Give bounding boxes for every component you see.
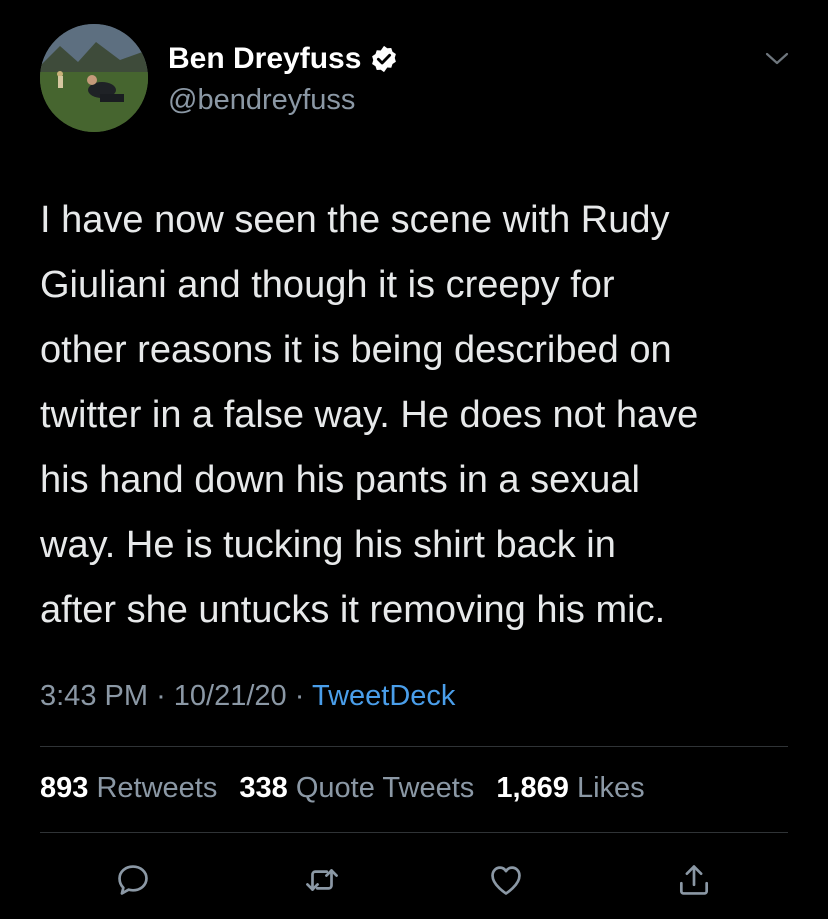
author-name[interactable]: Ben Dreyfuss xyxy=(168,42,361,76)
divider xyxy=(40,746,788,747)
name-row: Ben Dreyfuss xyxy=(168,42,399,76)
meta-separator: · xyxy=(156,680,166,712)
like-button[interactable] xyxy=(484,858,528,902)
divider xyxy=(40,832,788,833)
likes-label: Likes xyxy=(576,772,645,804)
retweets-stat[interactable]: 893 Retweets xyxy=(40,772,217,804)
reply-icon xyxy=(118,865,148,895)
avatar[interactable] xyxy=(40,24,148,132)
meta-separator: · xyxy=(294,680,305,712)
quote-tweets-stat[interactable]: 338 Quote Tweets xyxy=(239,772,474,804)
share-icon xyxy=(679,865,709,895)
share-button[interactable] xyxy=(672,858,716,902)
retweets-label: Retweets xyxy=(96,772,218,804)
chevron-down-icon[interactable] xyxy=(762,48,792,68)
quotes-count: 338 xyxy=(239,772,288,804)
quotes-label: Quote Tweets xyxy=(295,772,475,804)
likes-stat[interactable]: 1,869 Likes xyxy=(496,772,644,804)
heart-icon xyxy=(491,866,521,895)
verified-badge-icon xyxy=(372,45,397,73)
likes-count: 1,869 xyxy=(496,772,569,804)
reply-button[interactable] xyxy=(111,858,155,902)
tweet-text: I have now seen the scene with Rudy Giul… xyxy=(40,199,699,631)
tweet-source-link[interactable]: TweetDeck xyxy=(312,680,455,712)
tweet-header: Ben Dreyfuss @bendreyfuss xyxy=(40,24,800,134)
tweet-meta: 3:43 PM · 10/21/20 · TweetDeck xyxy=(40,680,455,713)
retweets-count: 893 xyxy=(40,772,89,804)
tweet-time[interactable]: 3:43 PM xyxy=(40,680,148,712)
retweet-icon xyxy=(306,869,338,891)
action-bar xyxy=(0,858,828,902)
tweet-stats: 893 Retweets 338 Quote Tweets 1,869 Like… xyxy=(40,772,659,805)
author-handle[interactable]: @bendreyfuss xyxy=(168,84,355,117)
retweet-button[interactable] xyxy=(300,858,344,902)
tweet-date[interactable]: 10/21/20 xyxy=(174,680,287,712)
avatar-image xyxy=(40,24,148,132)
